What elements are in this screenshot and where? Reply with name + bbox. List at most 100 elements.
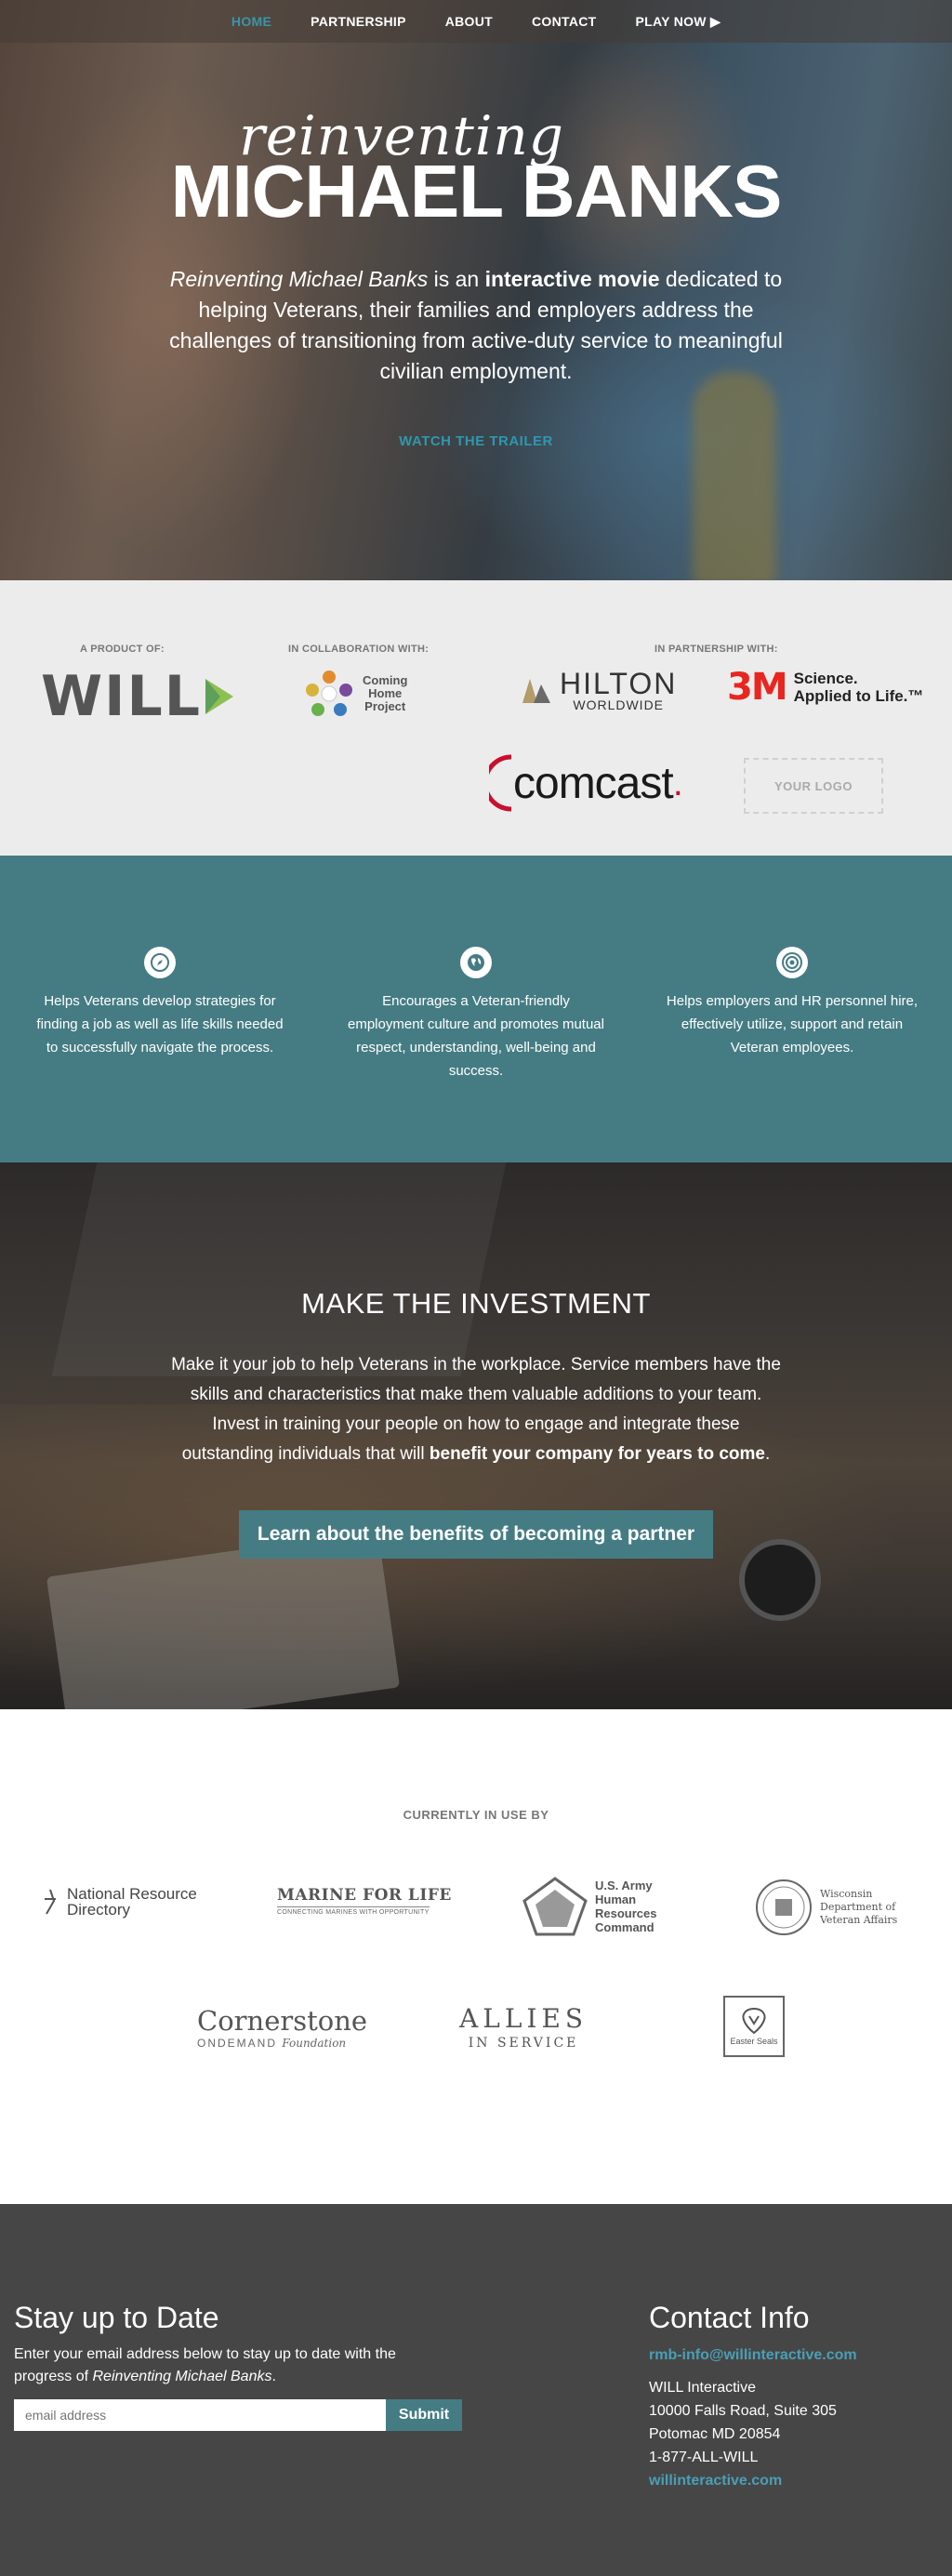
cornerstone-main: Cornerstone	[197, 2005, 368, 2037]
cornerstone-sub: ONDEMAND Foundation	[197, 2037, 346, 2050]
stay-text: Enter your email address below to stay u…	[14, 2344, 432, 2388]
org-easter-seals[interactable]: Easter Seals	[723, 1996, 785, 2057]
submit-button[interactable]: Submit	[386, 2399, 462, 2431]
subscribe-form: Submit	[14, 2399, 462, 2431]
stay-title: Stay up to Date	[14, 2301, 219, 2334]
comcast-dot: .	[672, 762, 683, 803]
3m-tag1: Science.	[793, 670, 858, 687]
email-input[interactable]	[14, 2399, 386, 2431]
nrd-line2: Directory	[67, 1901, 131, 1919]
wdva-l3: Veteran Affairs	[820, 1914, 898, 1926]
globe-icon	[460, 947, 492, 978]
watch-trailer-link[interactable]: WATCH THE TRAILER	[399, 433, 553, 449]
mfl-main: MARINE FOR LIFE	[277, 1886, 452, 1905]
chp-line3: Project	[364, 699, 406, 713]
in-use-section: CURRENTLY IN USE BY National Resource Di…	[0, 1709, 952, 2204]
will-logo[interactable]: WILL	[41, 664, 235, 729]
allies-l2: IN SERVICE	[468, 2036, 579, 2051]
easter-seals-text: Easter Seals	[730, 2037, 778, 2046]
hilton-sub: WORLDWIDE	[573, 697, 665, 712]
3m-mark: 3M	[727, 666, 788, 709]
army-l4: Command	[595, 1920, 654, 1934]
coming-home-project-logo[interactable]: Coming Home Project	[303, 668, 407, 720]
hero-section: reinventing MICHAEL BANKS Reinventing Mi…	[0, 0, 952, 580]
investment-section: MAKE THE INVESTMENT Make it your job to …	[0, 1162, 952, 1709]
contact-email-link[interactable]: rmb-info@willinteractive.com	[649, 2347, 857, 2363]
3m-tag2: Applied to Life.™	[793, 687, 924, 705]
hero-desc-bold: interactive movie	[484, 267, 660, 291]
hero-description: Reinventing Michael Banks is an interact…	[160, 264, 792, 387]
address-line1: 10000 Falls Road, Suite 305	[649, 2403, 837, 2419]
contact-info: rmb-info@willinteractive.com WILL Intera…	[649, 2344, 857, 2492]
hero-content: reinventing MICHAEL BANKS Reinventing Mi…	[0, 0, 952, 450]
hero-desc-title: Reinventing Michael Banks	[169, 267, 429, 291]
collab-label: IN COLLABORATION WITH:	[288, 644, 430, 655]
investment-title: MAKE THE INVESTMENT	[301, 1287, 651, 1320]
investment-content: MAKE THE INVESTMENT Make it your job to …	[0, 1162, 952, 1559]
org-us-army-hrc[interactable]: U.S. Army Human Resources Command	[522, 1877, 656, 1936]
wdva-text: Wisconsin Department of Veteran Affairs	[820, 1888, 897, 1927]
3m-tagline: Science. Applied to Life.™	[794, 670, 924, 705]
chp-line1: Coming	[363, 673, 408, 687]
cornerstone-ondemand: ONDEMAND	[197, 2037, 278, 2050]
hilton-logo[interactable]: HILTON WORLDWIDE	[521, 667, 678, 712]
army-text: U.S. Army Human Resources Command	[595, 1879, 656, 1934]
feature-employers-text: Helps employers and HR personnel hire, e…	[666, 993, 919, 1056]
become-partner-button[interactable]: Learn about the benefits of becoming a p…	[238, 1510, 714, 1559]
nav-play-now[interactable]: PLAY NOW ▶	[636, 14, 721, 30]
will-play-icon	[205, 679, 233, 714]
hilton-text: HILTON WORLDWIDE	[560, 667, 678, 712]
easter-seals-icon	[742, 2007, 766, 2035]
contact-title: Contact Info	[649, 2301, 810, 2334]
feature-culture-text: Encourages a Veteran-friendly employment…	[348, 993, 604, 1079]
website-link[interactable]: willinteractive.com	[649, 2473, 782, 2489]
comcast-text: comcast	[513, 758, 674, 808]
top-nav: HOME PARTNERSHIP ABOUT CONTACT PLAY NOW …	[0, 0, 952, 43]
nav-home[interactable]: HOME	[231, 14, 271, 29]
comcast-logo[interactable]: comcast.	[489, 753, 683, 813]
org-allies-in-service[interactable]: ALLIES IN SERVICE	[459, 2003, 588, 2051]
org-wisconsin-dva[interactable]: Wisconsin Department of Veteran Affairs	[755, 1879, 897, 1936]
hilton-main: HILTON	[560, 667, 678, 700]
hilton-mark-icon	[522, 679, 550, 703]
army-l2: Human	[595, 1892, 637, 1906]
hero-desc-is-an: is an	[428, 267, 485, 291]
will-logo-text: WILL	[41, 664, 202, 729]
investment-text-bold: benefit your company for years to come	[429, 1444, 765, 1464]
target-icon	[776, 947, 808, 978]
footer: Stay up to Date Enter your email address…	[0, 2204, 952, 2576]
nav-partnership[interactable]: PARTNERSHIP	[311, 14, 406, 29]
nrd-line1: National Resource	[67, 1885, 197, 1903]
3m-logo[interactable]: 3M Science. Applied to Life.™	[727, 666, 923, 709]
investment-text: Make it your job to help Veterans in the…	[169, 1350, 783, 1469]
stay-text-post: .	[271, 2369, 276, 2384]
feature-employers: Helps employers and HR personnel hire, e…	[634, 947, 950, 1162]
phone-number: 1-877-ALL-WILL	[649, 2450, 759, 2465]
nav-about[interactable]: ABOUT	[445, 14, 493, 29]
chp-line2: Home	[368, 686, 403, 700]
org-national-resource-directory[interactable]: National Resource Directory	[41, 1886, 197, 1918]
partnership-label: IN PARTNERSHIP WITH:	[654, 644, 778, 655]
mfl-sub: CONNECTING MARINES WITH OPPORTUNITY	[277, 1906, 430, 1916]
feature-veterans-text: Helps Veterans develop strategies for fi…	[36, 993, 284, 1056]
cornerstone-foundation: Foundation	[282, 2037, 347, 2050]
allies-l1: ALLIES	[459, 2003, 588, 2034]
logo-main-text: MICHAEL BANKS	[170, 150, 783, 232]
features-section: Helps Veterans develop strategies for fi…	[0, 856, 952, 1162]
company-name: WILL Interactive	[649, 2380, 757, 2396]
stay-text-italic: Reinventing Michael Banks	[92, 2369, 272, 2384]
nav-contact[interactable]: CONTACT	[532, 14, 597, 29]
org-marine-for-life[interactable]: MARINE FOR LIFE CONNECTING MARINES WITH …	[277, 1886, 452, 1916]
people-circle-icon	[306, 671, 352, 716]
in-use-title: CURRENTLY IN USE BY	[403, 1808, 549, 1822]
nrd-figure-icon	[45, 1889, 56, 1915]
address-line2: Potomac MD 20854	[649, 2426, 781, 2442]
wdva-l1: Wisconsin	[820, 1888, 873, 1900]
compass-icon	[144, 947, 176, 978]
your-logo-placeholder[interactable]: YOUR LOGO	[744, 758, 883, 814]
feature-veterans: Helps Veterans develop strategies for fi…	[2, 947, 318, 1162]
comcast-swoosh-icon	[489, 754, 512, 812]
army-pentagon-icon	[522, 1877, 588, 1936]
army-l3: Resources	[595, 1906, 657, 1920]
org-cornerstone[interactable]: Cornerstone ONDEMAND Foundation	[197, 2005, 367, 2050]
